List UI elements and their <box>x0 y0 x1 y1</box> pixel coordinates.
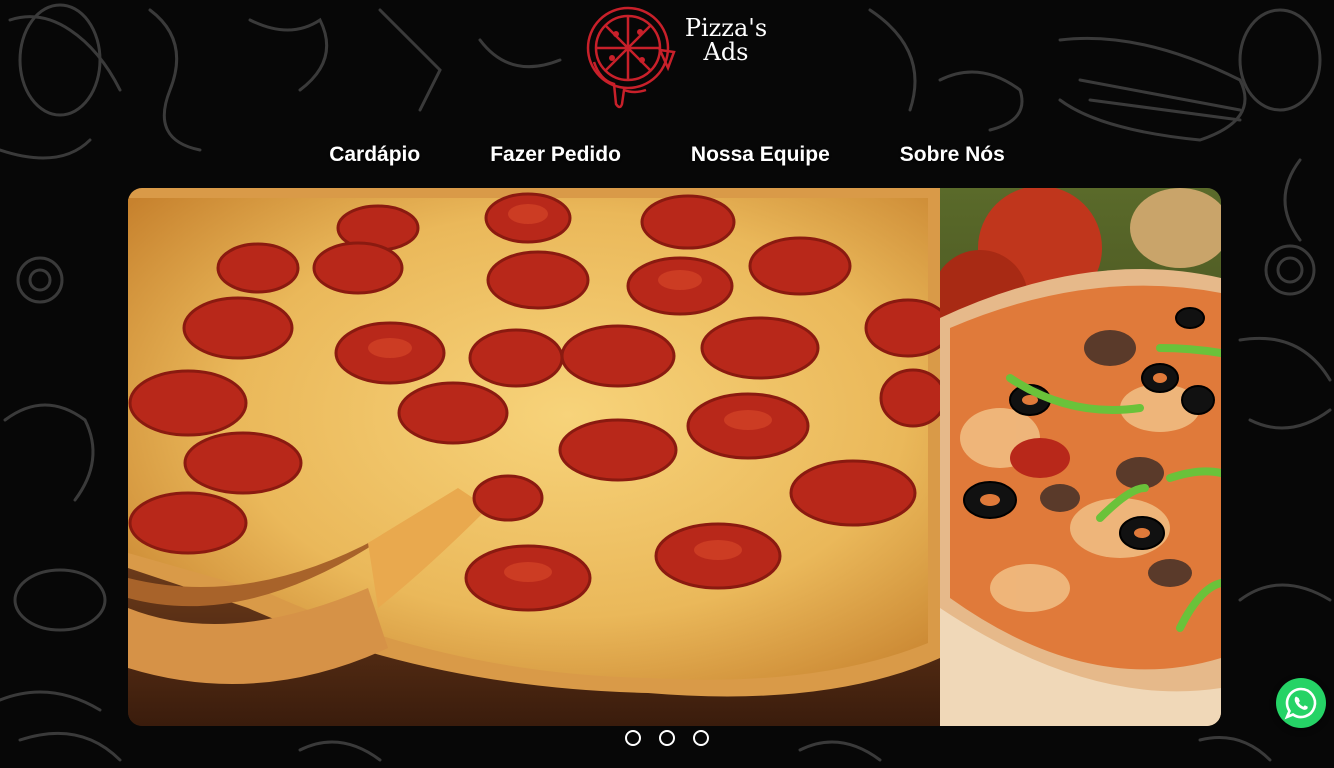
nav-item-cardapio[interactable]: Cardápio <box>294 140 455 170</box>
main-nav: Cardápio Fazer Pedido Nossa Equipe Sobre… <box>0 140 1334 170</box>
carousel-dots <box>0 730 1334 746</box>
carousel-dot-3[interactable] <box>693 730 709 746</box>
hero-carousel[interactable] <box>128 188 1221 726</box>
carousel-slide-supreme[interactable] <box>940 188 1221 726</box>
carousel-slide-pepperoni[interactable] <box>128 188 940 726</box>
nav-item-nossa-equipe[interactable]: Nossa Equipe <box>656 140 865 170</box>
nav-item-sobre-nos[interactable]: Sobre Nós <box>865 140 1040 170</box>
carousel-dot-1[interactable] <box>625 730 641 746</box>
pepperoni-pizza-image <box>128 188 940 726</box>
supreme-pizza-image <box>940 188 1221 726</box>
whatsapp-button[interactable] <box>1276 678 1326 728</box>
brand-name: Pizza's Ads <box>676 16 776 64</box>
brand-name-line1: Pizza's <box>684 14 768 42</box>
pizza-logo-icon <box>586 6 676 109</box>
whatsapp-icon <box>1284 687 1317 720</box>
carousel-dot-2[interactable] <box>659 730 675 746</box>
nav-item-fazer-pedido[interactable]: Fazer Pedido <box>455 140 656 170</box>
brand-name-line2: Ads <box>703 38 749 66</box>
brand-logo[interactable]: Pizza's Ads <box>582 2 782 110</box>
